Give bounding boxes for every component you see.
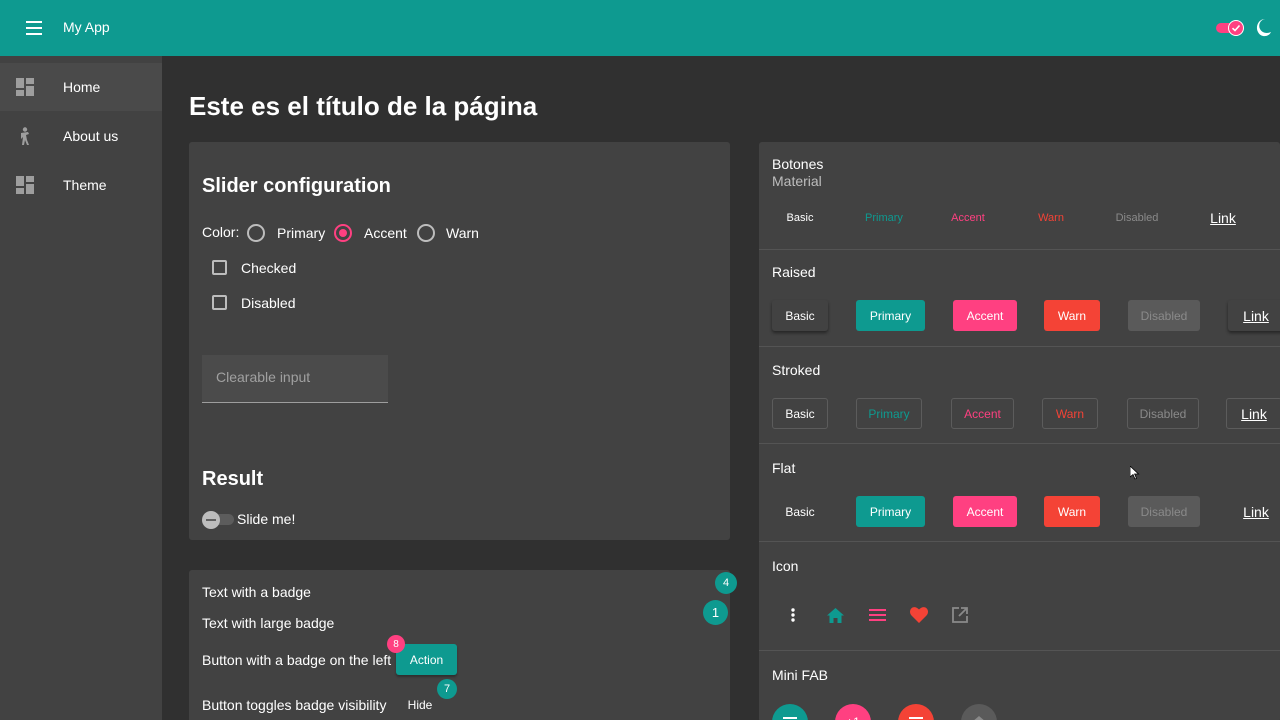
divider xyxy=(759,346,1280,347)
action-button[interactable]: Action xyxy=(396,644,457,675)
flat-basic-button[interactable]: Basic xyxy=(772,496,828,527)
top-toolbar: My App xyxy=(0,0,1280,56)
stroked-primary-button[interactable]: Primary xyxy=(856,398,922,429)
stroked-link-button[interactable]: Link xyxy=(1226,398,1280,429)
slide-toggle[interactable] xyxy=(202,511,234,529)
sidebar-item-theme[interactable]: Theme xyxy=(0,161,162,209)
hide-button[interactable]: Hide xyxy=(396,692,444,718)
buttons-card: Botones Material Basic Primary Accent Wa… xyxy=(759,142,1280,720)
radio-warn-label: Warn xyxy=(446,225,479,241)
mini-fab-title: Mini FAB xyxy=(772,667,829,683)
mini-fab-accent[interactable]: +1 xyxy=(835,704,871,720)
slider-config-card: Slider configuration Color: Primary Acce… xyxy=(189,142,730,540)
badge: 4 xyxy=(715,572,737,594)
disabled-button: Disabled xyxy=(1115,211,1159,224)
result-title: Result xyxy=(202,468,264,490)
home-icon[interactable] xyxy=(823,603,847,627)
raised-title: Raised xyxy=(772,264,816,280)
raised-warn-button[interactable]: Warn xyxy=(1044,300,1100,331)
stroked-title: Stroked xyxy=(772,362,821,378)
raised-accent-button[interactable]: Accent xyxy=(953,300,1017,331)
favorite-icon[interactable] xyxy=(907,603,931,627)
badge-card: Text with a badge 4 Text with large badg… xyxy=(189,570,737,720)
divider xyxy=(759,541,1280,542)
mini-fab-disabled xyxy=(961,704,997,720)
radio-warn[interactable] xyxy=(417,224,435,242)
raised-primary-button[interactable]: Primary xyxy=(856,300,925,331)
flat-accent-button[interactable]: Accent xyxy=(953,496,1017,527)
sidebar-item-label: Home xyxy=(63,79,101,95)
text-large-badge-label: Text with large badge xyxy=(202,615,335,631)
slide-toggle-label: Slide me! xyxy=(237,511,296,527)
checked-label: Checked xyxy=(241,260,297,276)
flat-title: Flat xyxy=(772,460,796,476)
dashboard-icon xyxy=(16,176,34,194)
divider xyxy=(759,443,1280,444)
flat-primary-button[interactable]: Primary xyxy=(856,496,925,527)
accent-button[interactable]: Accent xyxy=(940,202,996,233)
flat-link-button[interactable]: Link xyxy=(1228,496,1280,527)
stroked-accent-button[interactable]: Accent xyxy=(951,398,1014,429)
raised-disabled-button: Disabled xyxy=(1128,300,1200,331)
clearable-input[interactable] xyxy=(216,369,376,385)
mouse-cursor-icon xyxy=(1130,466,1140,480)
warn-button[interactable]: Warn xyxy=(1023,202,1079,233)
radio-primary-label: Primary xyxy=(277,225,326,241)
buttons-subtitle: Material xyxy=(772,173,822,189)
sidebar-item-home[interactable]: Home xyxy=(0,63,162,111)
hide-badge: 7 xyxy=(437,679,457,699)
color-label: Color: xyxy=(202,224,240,240)
dashboard-icon xyxy=(16,78,34,96)
radio-accent[interactable] xyxy=(334,224,352,242)
radio-accent-label: Accent xyxy=(364,225,407,241)
flat-disabled-button: Disabled xyxy=(1128,496,1200,527)
radio-primary[interactable] xyxy=(247,224,265,242)
sidebar-item-label: About us xyxy=(63,128,119,144)
person-icon xyxy=(21,127,29,145)
basic-button[interactable]: Basic xyxy=(772,202,828,233)
divider xyxy=(759,249,1280,250)
sidebar-item-about-us[interactable]: About us xyxy=(0,112,162,160)
sidebar: Home About us Theme xyxy=(0,56,162,720)
moon-icon[interactable] xyxy=(1255,18,1273,38)
checked-checkbox[interactable] xyxy=(212,260,227,275)
sidebar-item-label: Theme xyxy=(63,177,107,193)
stroked-basic-button[interactable]: Basic xyxy=(772,398,828,429)
text-badge-label: Text with a badge xyxy=(202,584,311,600)
flat-warn-button[interactable]: Warn xyxy=(1044,496,1100,527)
raised-basic-button[interactable]: Basic xyxy=(772,300,828,331)
toggle-badge-label: Button toggles badge visibility xyxy=(202,697,387,713)
buttons-title: Botones xyxy=(772,156,824,172)
app-title: My App xyxy=(63,19,110,35)
mini-fab-primary[interactable] xyxy=(772,704,808,720)
stroked-disabled-button: Disabled xyxy=(1127,398,1199,429)
menu-icon[interactable] xyxy=(865,603,889,627)
menu-icon[interactable] xyxy=(24,18,46,38)
icon-title: Icon xyxy=(772,558,799,574)
disabled-checkbox[interactable] xyxy=(212,295,227,310)
disabled-label: Disabled xyxy=(241,295,296,311)
stroked-warn-button[interactable]: Warn xyxy=(1042,398,1098,429)
more-vert-icon[interactable] xyxy=(781,603,805,627)
divider xyxy=(759,650,1280,651)
raised-link-button[interactable]: Link xyxy=(1228,300,1280,331)
link-button[interactable]: Link xyxy=(1199,202,1247,233)
page-title: Este es el título de la página xyxy=(189,91,538,121)
button-badge-left-label: Button with a badge on the left xyxy=(202,652,392,668)
open-in-new-icon xyxy=(948,603,972,627)
theme-toggle[interactable] xyxy=(1216,20,1244,36)
primary-button[interactable]: Primary xyxy=(856,202,912,233)
clearable-input-field[interactable] xyxy=(202,355,388,403)
mini-fab-warn[interactable] xyxy=(898,704,934,720)
action-badge: 8 xyxy=(387,635,405,653)
slider-config-title: Slider configuration xyxy=(202,175,391,197)
badge-large: 1 xyxy=(703,600,728,625)
